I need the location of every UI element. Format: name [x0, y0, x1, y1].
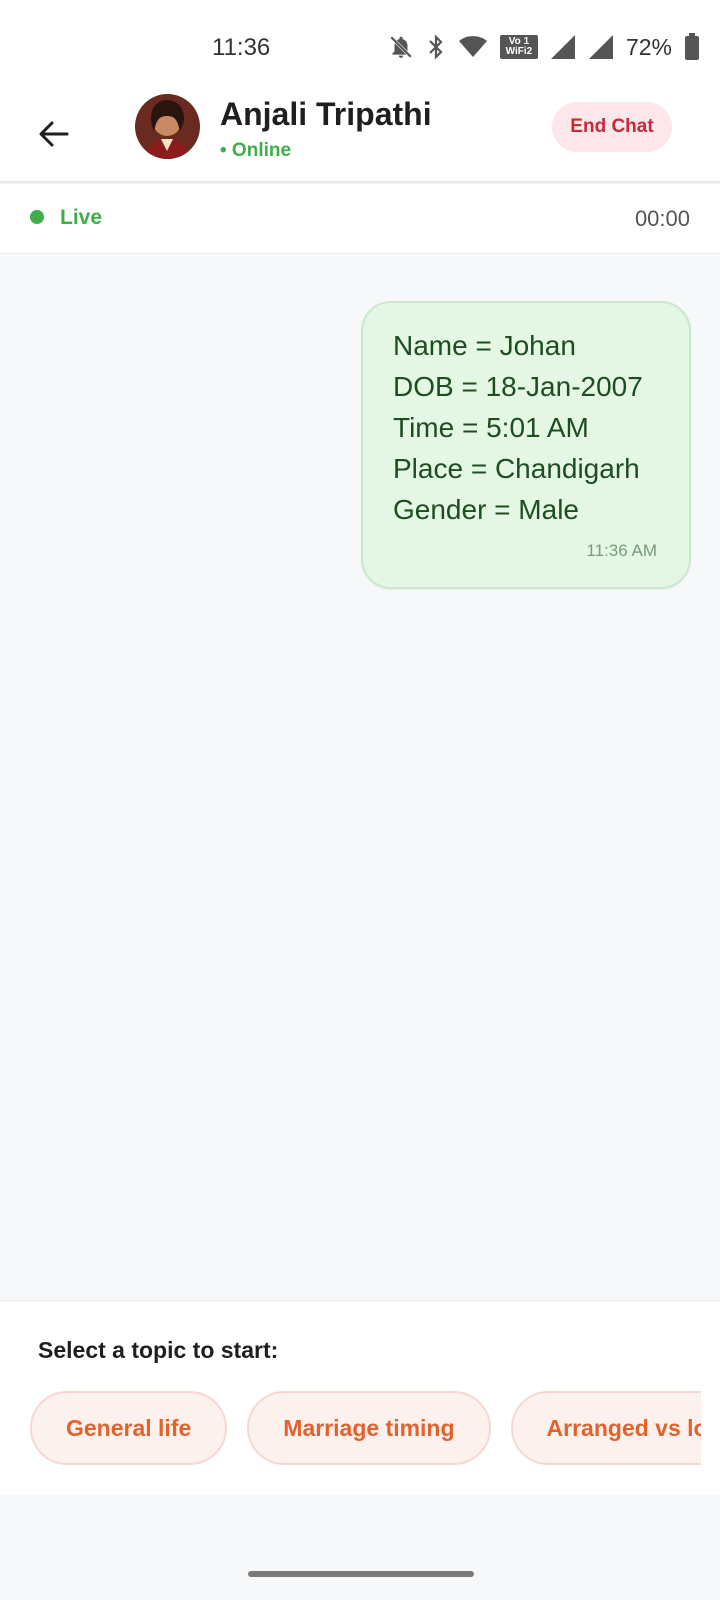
message-timestamp: 11:36 AM — [586, 541, 657, 560]
battery-percent: 72% — [625, 33, 672, 60]
message-line: Name = Johan — [393, 330, 576, 361]
battery-icon — [684, 33, 700, 61]
message-line: Gender = Male — [393, 494, 579, 525]
wifi-calling-badge: Vo 1 WiFi2 — [499, 35, 538, 59]
live-label: Live — [60, 206, 103, 229]
message-line: Time = 5:01 AM — [393, 412, 589, 443]
topic-chip-marriage-timing[interactable]: Marriage timing — [247, 1391, 491, 1465]
chat-screen: 11:36 Vo 1 WiFi2 72% Anjali Tripathi • O… — [0, 0, 720, 1600]
signal-icon-2 — [588, 34, 614, 60]
contact-photo — [135, 94, 200, 159]
status-icons: Vo 1 WiFi2 72% — [388, 32, 700, 62]
message-line: DOB = 18-Jan-2007 — [393, 371, 643, 402]
arrow-left-icon — [39, 121, 69, 147]
contact-name: Anjali Tripathi — [220, 96, 432, 132]
topic-prompt: Select a topic to start: — [38, 1337, 279, 1363]
avatar[interactable] — [135, 94, 200, 159]
dnd-bell-off-icon — [388, 34, 414, 60]
topic-selector: Select a topic to start: General life Ma… — [0, 1300, 720, 1495]
message-list[interactable]: Name = Johan DOB = 18-Jan-2007 Time = 5:… — [0, 255, 720, 1300]
wifi-icon — [458, 35, 488, 59]
live-session-bar: Live 00:00 — [0, 184, 720, 254]
sent-message-bubble[interactable]: Name = Johan DOB = 18-Jan-2007 Time = 5:… — [361, 301, 691, 589]
bottom-area — [0, 1495, 720, 1600]
message-line: Place = Chandigarh — [393, 453, 640, 484]
bluetooth-icon — [426, 34, 446, 60]
chat-header: Anjali Tripathi • Online End Chat — [0, 90, 720, 182]
end-chat-button[interactable]: End Chat — [552, 102, 672, 152]
status-time: 11:36 — [212, 34, 271, 61]
session-timer: 00:00 — [634, 206, 690, 231]
topic-chips-scroller[interactable]: General life Marriage timing Arranged vs… — [30, 1391, 701, 1467]
online-status: • Online — [220, 140, 292, 161]
live-indicator-dot — [30, 210, 44, 224]
topic-chip-general-life[interactable]: General life — [30, 1391, 228, 1465]
topic-chip-arranged-vs-love[interactable]: Arranged vs lo — [510, 1391, 701, 1465]
home-gesture-bar[interactable] — [248, 1571, 474, 1577]
signal-icon — [550, 34, 576, 60]
status-bar: 11:36 Vo 1 WiFi2 72% — [0, 0, 720, 90]
back-button[interactable] — [34, 114, 74, 154]
